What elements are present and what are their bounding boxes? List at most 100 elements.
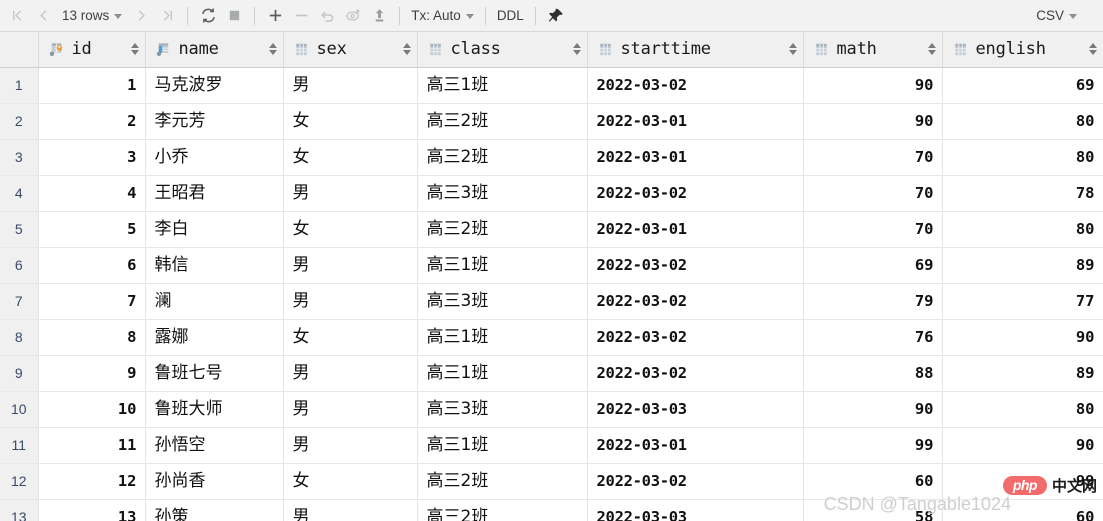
cell-class[interactable]: 高三3班 xyxy=(417,391,588,428)
cell-english[interactable]: 90 xyxy=(942,427,1103,464)
row-number[interactable]: 5 xyxy=(0,211,39,248)
cell-sex[interactable]: 女 xyxy=(283,463,418,500)
cell-name[interactable]: 马克波罗 xyxy=(145,67,284,104)
table-row[interactable]: 9 9 鲁班七号 男 高三1班 2022-03-02 88 89 xyxy=(0,355,1103,392)
stop-icon[interactable] xyxy=(221,3,247,29)
column-header-math[interactable]: math xyxy=(803,32,943,68)
cell-id[interactable]: 4 xyxy=(38,175,146,212)
column-header-english[interactable]: english xyxy=(942,32,1103,68)
sort-toggle-starttime[interactable] xyxy=(783,43,797,56)
next-page-icon[interactable] xyxy=(128,3,154,29)
row-number[interactable]: 8 xyxy=(0,319,39,356)
table-row[interactable]: 5 5 李白 女 高三2班 2022-03-01 70 80 xyxy=(0,211,1103,248)
table-row[interactable]: 2 2 李元芳 女 高三2班 2022-03-01 90 80 xyxy=(0,103,1103,140)
cell-math[interactable]: 79 xyxy=(803,283,943,320)
cell-math[interactable]: 99 xyxy=(803,427,943,464)
cell-name[interactable]: 鲁班七号 xyxy=(145,355,284,392)
cell-name[interactable]: 孙悟空 xyxy=(145,427,284,464)
cell-sex[interactable]: 男 xyxy=(283,247,418,284)
last-page-icon[interactable] xyxy=(154,3,180,29)
export-format-selector[interactable]: CSV xyxy=(1032,8,1095,23)
upload-icon[interactable] xyxy=(366,3,392,29)
cell-id[interactable]: 3 xyxy=(38,139,146,176)
previous-page-icon[interactable] xyxy=(30,3,56,29)
cell-english[interactable]: 80 xyxy=(942,391,1103,428)
cell-class[interactable]: 高三1班 xyxy=(417,427,588,464)
sort-toggle-name[interactable] xyxy=(263,43,277,56)
cell-starttime[interactable]: 2022-03-02 xyxy=(587,463,804,500)
cell-id[interactable]: 7 xyxy=(38,283,146,320)
cell-class[interactable]: 高三2班 xyxy=(417,211,588,248)
plus-icon[interactable] xyxy=(262,3,288,29)
sort-toggle-class[interactable] xyxy=(567,43,581,56)
table-row[interactable]: 7 7 澜男高三3班 2022-03-02 79 77 xyxy=(0,283,1103,320)
row-number[interactable]: 4 xyxy=(0,175,39,212)
first-page-icon[interactable] xyxy=(4,3,30,29)
cell-starttime[interactable]: 2022-03-02 xyxy=(587,355,804,392)
cell-id[interactable]: 13 xyxy=(38,499,146,521)
table-row[interactable]: 10 10 鲁班大师 男 高三3班 2022-03-03 90 80 xyxy=(0,391,1103,428)
column-header-id[interactable]: id xyxy=(38,32,146,68)
cell-math[interactable]: 90 xyxy=(803,103,943,140)
cell-sex[interactable]: 女 xyxy=(283,103,418,140)
row-number[interactable]: 12 xyxy=(0,463,39,500)
cell-math[interactable]: 70 xyxy=(803,175,943,212)
cell-sex[interactable]: 男 xyxy=(283,175,418,212)
cell-math[interactable]: 90 xyxy=(803,391,943,428)
cell-sex[interactable]: 男 xyxy=(283,499,418,521)
cell-sex[interactable]: 男 xyxy=(283,355,418,392)
cell-id[interactable]: 12 xyxy=(38,463,146,500)
cell-english[interactable]: 89 xyxy=(942,247,1103,284)
cell-name[interactable]: 王昭君 xyxy=(145,175,284,212)
row-number[interactable]: 2 xyxy=(0,103,39,140)
cell-name[interactable]: 露娜 xyxy=(145,319,284,356)
cell-name[interactable]: 李元芳 xyxy=(145,103,284,140)
sort-toggle-english[interactable] xyxy=(1083,43,1097,56)
cell-sex[interactable]: 男 xyxy=(283,427,418,464)
cell-math[interactable]: 70 xyxy=(803,139,943,176)
cell-starttime[interactable]: 2022-03-02 xyxy=(587,67,804,104)
cell-name[interactable]: 李白 xyxy=(145,211,284,248)
cell-name[interactable]: 韩信 xyxy=(145,247,284,284)
cell-starttime[interactable]: 2022-03-01 xyxy=(587,139,804,176)
column-header-class[interactable]: class xyxy=(417,32,588,68)
cell-starttime[interactable]: 2022-03-02 xyxy=(587,283,804,320)
row-number[interactable]: 1 xyxy=(0,67,39,104)
table-row[interactable]: 1 1 马克波罗 男 高三1班 2022-03-02 90 69 xyxy=(0,67,1103,104)
cell-english[interactable]: 78 xyxy=(942,175,1103,212)
cell-name[interactable]: 澜 xyxy=(145,283,284,320)
cell-english[interactable]: 77 xyxy=(942,283,1103,320)
transaction-mode-selector[interactable]: Tx: Auto xyxy=(407,8,478,23)
column-header-name[interactable]: name xyxy=(145,32,284,68)
cell-english[interactable]: 69 xyxy=(942,67,1103,104)
cell-id[interactable]: 5 xyxy=(38,211,146,248)
cell-english[interactable]: 80 xyxy=(942,211,1103,248)
cell-name[interactable]: 孙策 xyxy=(145,499,284,521)
cell-starttime[interactable]: 2022-03-01 xyxy=(587,103,804,140)
table-row[interactable]: 4 4 王昭君 男 高三3班 2022-03-02 70 78 xyxy=(0,175,1103,212)
cell-class[interactable]: 高三3班 xyxy=(417,283,588,320)
row-number[interactable]: 3 xyxy=(0,139,39,176)
cell-sex[interactable]: 女 xyxy=(283,139,418,176)
cell-name[interactable]: 小乔 xyxy=(145,139,284,176)
cell-id[interactable]: 11 xyxy=(38,427,146,464)
row-number[interactable]: 6 xyxy=(0,247,39,284)
cell-starttime[interactable]: 2022-03-02 xyxy=(587,319,804,356)
cell-class[interactable]: 高三1班 xyxy=(417,67,588,104)
cell-english[interactable]: 89 xyxy=(942,355,1103,392)
cell-sex[interactable]: 女 xyxy=(283,319,418,356)
cell-id[interactable]: 10 xyxy=(38,391,146,428)
ddl-button[interactable]: DDL xyxy=(493,8,528,23)
row-count-selector[interactable]: 13 rows xyxy=(58,8,126,23)
cell-starttime[interactable]: 2022-03-02 xyxy=(587,175,804,212)
refresh-icon[interactable] xyxy=(195,3,221,29)
sort-toggle-math[interactable] xyxy=(922,43,936,56)
column-header-starttime[interactable]: starttime xyxy=(587,32,804,68)
cell-class[interactable]: 高三1班 xyxy=(417,247,588,284)
cell-math[interactable]: 70 xyxy=(803,211,943,248)
cell-class[interactable]: 高三2班 xyxy=(417,103,588,140)
cell-sex[interactable]: 女 xyxy=(283,211,418,248)
row-number[interactable]: 13 xyxy=(0,499,39,521)
row-number[interactable]: 11 xyxy=(0,427,39,464)
sort-toggle-sex[interactable] xyxy=(397,43,411,56)
